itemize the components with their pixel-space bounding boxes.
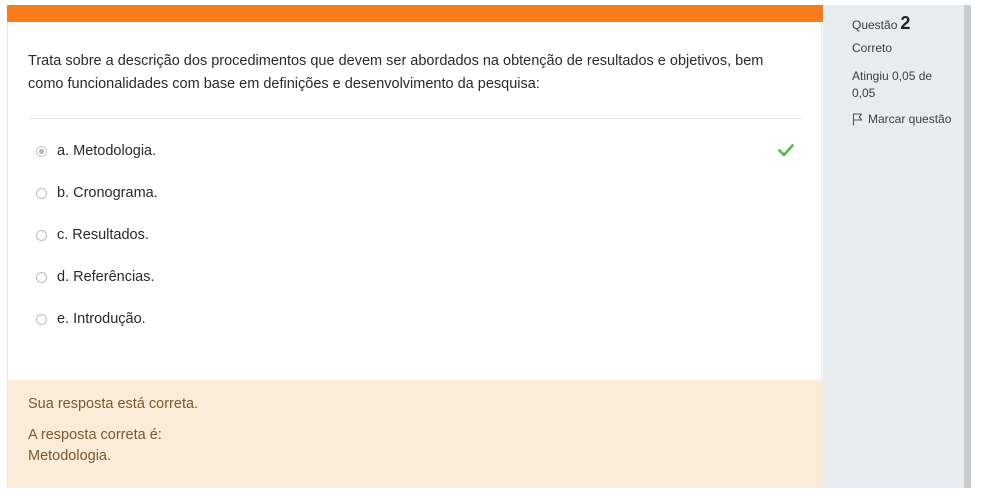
flag-question-button[interactable]: Marcar questão [852,112,951,126]
question-text: Trata sobre a descrição dos procedimento… [28,53,764,92]
question-card: Trata sobre a descrição dos procedimento… [7,5,823,488]
answer-d-radio [36,272,47,283]
question-number-value: 2 [900,13,911,33]
correct-answer-intro: A resposta correta é: [28,427,162,443]
answer-c-label: c. Resultados. [57,227,149,243]
correct-answer-text: Metodologia. [28,448,112,464]
question-grade: Atingiu 0,05 de 0,05 [852,69,933,100]
divider [28,118,802,119]
answer-option-e: e. Introdução. [36,309,806,351]
quiz-review-page: Trata sobre a descrição dos procedimento… [0,0,996,504]
flag-question-label: Marcar questão [868,112,952,126]
flag-icon [852,112,863,125]
question-info-panel: Questão 2 Correto Atingiu 0,05 de 0,05 Ma… [823,5,964,488]
answer-b-radio [36,188,47,199]
question-state: Correto [852,41,893,55]
question-number: Questão 2 [852,13,910,34]
check-icon [778,144,794,157]
answer-c-radio [36,230,47,241]
answer-e-radio [36,314,47,325]
page-scrollbar[interactable] [964,5,971,488]
feedback-panel: Sua resposta está correta. A resposta co… [8,380,823,488]
answer-option-d: d. Referências. [36,267,806,309]
answer-option-a: a. Metodologia. [36,141,806,183]
question-top-bar [7,5,823,22]
answer-option-c: c. Resultados. [36,225,806,267]
answer-b-label: b. Cronograma. [57,185,158,201]
answer-d-label: d. Referências. [57,269,155,285]
answer-e-label: e. Introdução. [57,311,146,327]
answer-list: a. Metodologia. b. Cronograma. c. Result… [36,141,806,351]
feedback-status: Sua resposta está correta. [28,396,199,412]
answer-a-label: a. Metodologia. [57,143,157,159]
answer-option-b: b. Cronograma. [36,183,806,225]
answer-a-radio [36,146,47,157]
question-number-label: Questão [852,18,898,32]
